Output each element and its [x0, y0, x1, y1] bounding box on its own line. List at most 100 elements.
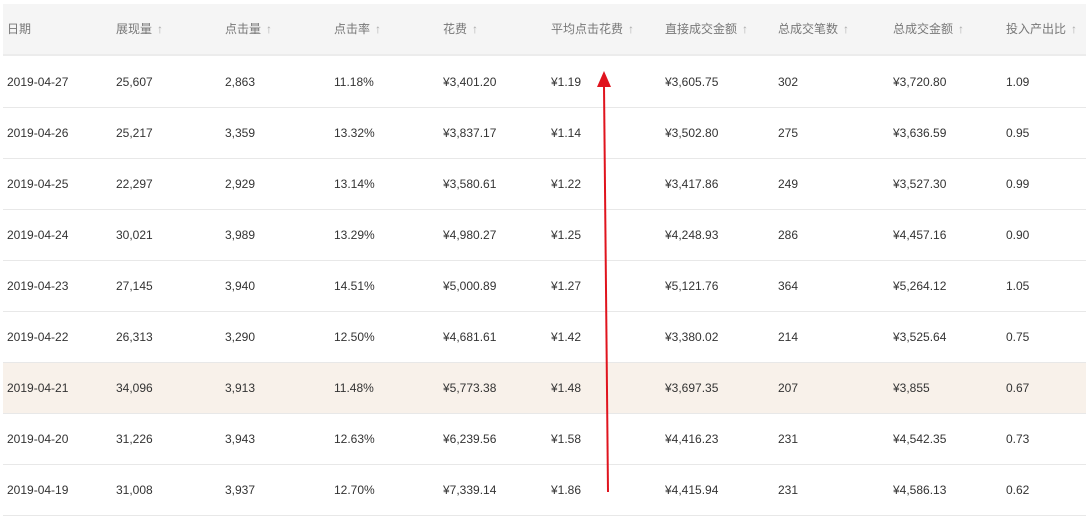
table-cell: ¥3,401.20 [443, 75, 497, 89]
table-cell: 207 [778, 381, 799, 395]
table-row[interactable]: 2019-04-24 30,021 3,989 13.29% ¥4,980.27 ¥1.2… [3, 210, 1086, 261]
table-row[interactable]: 2019-04-25 22,297 2,929 13.14% ¥3,580.61 ¥1.2… [3, 159, 1086, 210]
table-cell: 12.63% [334, 432, 375, 446]
column-header-label: 平均点击花费 [551, 22, 624, 36]
table-cell: ¥4,586.13 [893, 483, 947, 497]
column-header[interactable]: 总成交笔数 ↑ [778, 4, 849, 54]
table-cell: ¥3,697.35 [665, 381, 719, 395]
table-cell: ¥1.19 [551, 75, 582, 89]
column-header-label: 总成交金额 [893, 22, 954, 36]
table-cell: ¥3,502.80 [665, 126, 719, 140]
table-cell: ¥4,248.93 [665, 228, 719, 242]
column-header[interactable]: 点击率 ↑ [334, 4, 381, 54]
sort-arrow-icon[interactable]: ↑ [266, 22, 272, 36]
sort-arrow-icon[interactable]: ↑ [958, 22, 964, 36]
sort-arrow-icon[interactable]: ↑ [472, 22, 478, 36]
table-cell: 3,989 [225, 228, 256, 242]
table-cell: ¥1.48 [551, 381, 582, 395]
column-header[interactable]: 平均点击花费 ↑ [551, 4, 634, 54]
table-cell: ¥3,380.02 [665, 330, 719, 344]
table-row[interactable]: 2019-04-27 25,607 2,863 11.18% ¥3,401.20 ¥1.1… [3, 57, 1086, 108]
table-row[interactable]: 2019-04-19 31,008 3,937 12.70% ¥7,339.14 ¥1.8… [3, 465, 1086, 516]
column-header: 日期 [7, 4, 31, 54]
sort-arrow-icon[interactable]: ↑ [375, 22, 381, 36]
table-cell: 13.29% [334, 228, 375, 242]
table-cell: 11.48% [334, 381, 374, 395]
table-cell: ¥1.27 [551, 279, 582, 293]
table-cell: 3,937 [225, 483, 256, 497]
table-cell: 13.14% [334, 177, 375, 191]
column-header[interactable]: 点击量 ↑ [225, 4, 272, 54]
table-cell: ¥4,681.61 [443, 330, 497, 344]
table-row[interactable]: 2019-04-20 31,226 3,943 12.63% ¥6,239.56 ¥1.5… [3, 414, 1086, 465]
table-cell: 2019-04-19 [7, 483, 69, 497]
table-cell: ¥4,415.94 [665, 483, 719, 497]
table-cell: 12.70% [334, 483, 375, 497]
table-cell: 0.95 [1006, 126, 1030, 140]
table-cell: ¥1.58 [551, 432, 582, 446]
table-cell: ¥3,855 [893, 381, 930, 395]
table-cell: 3,359 [225, 126, 256, 140]
column-header[interactable]: 花费 ↑ [443, 4, 478, 54]
table-row[interactable]: 2019-04-21 34,096 3,913 11.48% ¥5,773.38 ¥1.4… [3, 363, 1086, 414]
table-cell: ¥5,773.38 [443, 381, 497, 395]
column-header[interactable]: 总成交金额 ↑ [893, 4, 964, 54]
table-cell: 214 [778, 330, 799, 344]
table-cell: ¥4,542.35 [893, 432, 947, 446]
table-cell: ¥4,980.27 [443, 228, 497, 242]
table-cell: ¥5,121.76 [665, 279, 719, 293]
table-cell: 27,145 [116, 279, 153, 293]
table-row[interactable]: 2019-04-23 27,145 3,940 14.51% ¥5,000.89 ¥1.2… [3, 261, 1086, 312]
data-table: 日期 展现量 ↑ 点击量 ↑ 点击率 ↑ 花费 ↑ 平均点击花费 ↑ 直接成交金额 ↑ 总成交笔数 ↑ 总成交… [3, 4, 1086, 516]
column-header-label: 直接成交金额 [665, 22, 738, 36]
table-cell: 2,863 [225, 75, 256, 89]
table-cell: 2019-04-24 [7, 228, 69, 242]
table-cell: ¥1.86 [551, 483, 582, 497]
table-cell: 22,297 [116, 177, 153, 191]
table-body: 2019-04-27 25,607 2,863 11.18% ¥3,401.20 ¥1.1… [3, 56, 1086, 516]
table-cell: ¥3,605.75 [665, 75, 719, 89]
sort-arrow-icon[interactable]: ↑ [157, 22, 163, 36]
table-cell: 11.18% [334, 75, 374, 89]
table-cell: 2019-04-25 [7, 177, 69, 191]
table-cell: 0.99 [1006, 177, 1030, 191]
table-cell: 302 [778, 75, 799, 89]
table-cell: 31,008 [116, 483, 153, 497]
column-header[interactable]: 直接成交金额 ↑ [665, 4, 748, 54]
table-cell: 30,021 [116, 228, 153, 242]
column-header-label: 点击率 [334, 22, 371, 36]
table-cell: ¥3,527.30 [893, 177, 947, 191]
table-cell: 2019-04-22 [7, 330, 69, 344]
table-cell: 12.50% [334, 330, 375, 344]
table-cell: 26,313 [116, 330, 153, 344]
table-cell: 0.67 [1006, 381, 1030, 395]
sort-arrow-icon[interactable]: ↑ [843, 22, 849, 36]
table-cell: ¥3,636.59 [893, 126, 947, 140]
table-cell: 0.62 [1006, 483, 1030, 497]
table-cell: ¥1.25 [551, 228, 582, 242]
table-cell: 1.05 [1006, 279, 1030, 293]
table-cell: 31,226 [116, 432, 153, 446]
table-cell: 2,929 [225, 177, 256, 191]
table-cell: 286 [778, 228, 799, 242]
sort-arrow-icon[interactable]: ↑ [742, 22, 748, 36]
column-header[interactable]: 投入产出比 ↑ [1006, 4, 1077, 54]
sort-arrow-icon[interactable]: ↑ [628, 22, 634, 36]
table-cell: 14.51% [334, 279, 375, 293]
column-header-label: 花费 [443, 22, 468, 36]
sort-arrow-icon[interactable]: ↑ [1071, 22, 1077, 36]
table-cell: 0.90 [1006, 228, 1030, 242]
column-header[interactable]: 展现量 ↑ [116, 4, 163, 54]
table-row[interactable]: 2019-04-22 26,313 3,290 12.50% ¥4,681.61 ¥1.4… [3, 312, 1086, 363]
table-cell: ¥4,457.16 [893, 228, 947, 242]
table-row[interactable]: 2019-04-26 25,217 3,359 13.32% ¥3,837.17 ¥1.1… [3, 108, 1086, 159]
table-cell: ¥6,239.56 [443, 432, 497, 446]
table-cell: 231 [778, 483, 799, 497]
column-header-label: 总成交笔数 [778, 22, 839, 36]
table-cell: ¥3,417.86 [665, 177, 719, 191]
column-header-label: 点击量 [225, 22, 262, 36]
table-cell: ¥3,720.80 [893, 75, 947, 89]
table-cell: 2019-04-26 [7, 126, 69, 140]
table-cell: 2019-04-21 [7, 381, 69, 395]
table-cell: 2019-04-20 [7, 432, 69, 446]
